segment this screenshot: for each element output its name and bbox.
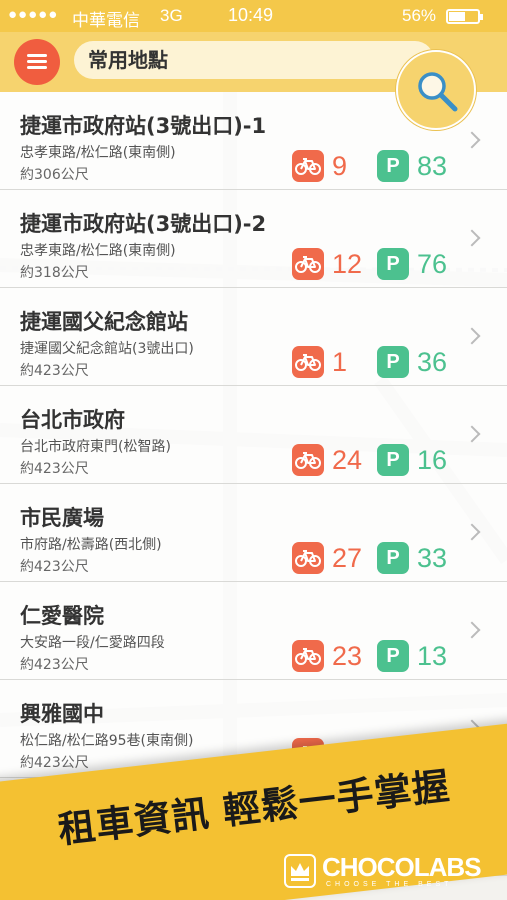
parking-icon: P: [377, 346, 409, 378]
station-row[interactable]: 台北市政府 台北市政府東門(松智路) 約423公尺 24 P 16: [0, 386, 507, 484]
battery-percentage: 56%: [402, 6, 437, 25]
status-bar: ●●●●● 中華電信 3G 10:49 56%: [0, 0, 507, 32]
bicycle-icon: [292, 248, 324, 280]
crown-logo-icon: [284, 854, 316, 888]
brand-name: CHOCOLABS: [322, 852, 482, 882]
station-distance: 約318公尺: [20, 265, 89, 281]
chevron-right-icon: [463, 229, 481, 247]
station-row[interactable]: 捷運國父紀念館站 捷運國父紀念館站(3號出口) 約423公尺 1 P 36: [0, 288, 507, 386]
location-search-input[interactable]: 常用地點: [74, 41, 434, 79]
station-name: 仁愛醫院: [20, 604, 104, 628]
bicycle-icon: [292, 444, 324, 476]
bicycle-icon: [292, 640, 324, 672]
available-bikes-count: 9: [332, 151, 348, 181]
bicycle-icon: [292, 542, 324, 574]
available-bikes-count: 12: [332, 249, 363, 279]
station-address: 市府路/松壽路(西北側): [20, 537, 162, 553]
menu-button[interactable]: [14, 39, 60, 85]
available-bikes-count: 23: [332, 641, 363, 671]
station-name: 捷運市政府站(3號出口)-2: [20, 212, 267, 236]
available-parking-count: 13: [417, 641, 448, 671]
station-name: 興雅國中: [20, 702, 104, 726]
search-button[interactable]: [396, 50, 476, 130]
chevron-right-icon: [463, 425, 481, 443]
station-distance: 約423公尺: [20, 657, 89, 673]
station-address: 台北市政府東門(松智路): [20, 439, 171, 455]
search-input-value: 常用地點: [88, 48, 168, 72]
station-distance: 約306公尺: [20, 167, 89, 183]
station-row[interactable]: 捷運市政府站(3號出口)-2 忠孝東路/松仁路(東南側) 約318公尺 12 P…: [0, 190, 507, 288]
station-distance: 約423公尺: [20, 559, 89, 575]
station-row[interactable]: 仁愛醫院 大安路一段/仁愛路四段 約423公尺 23 P 13: [0, 582, 507, 680]
available-parking-count: 83: [417, 151, 448, 181]
chevron-right-icon: [463, 131, 481, 149]
station-name: 捷運國父紀念館站: [20, 310, 188, 334]
magnifier-icon: [418, 72, 458, 112]
station-address: 忠孝東路/松仁路(東南側): [20, 145, 176, 161]
available-bikes-count: 1: [332, 347, 348, 377]
brand-tagline: CHOOSE THE BEST: [326, 881, 453, 888]
station-address: 大安路一段/仁愛路四段: [20, 635, 165, 651]
network-type-label: 3G: [160, 6, 183, 25]
station-distance: 約423公尺: [20, 755, 89, 771]
available-parking-count: 76: [417, 249, 448, 279]
bicycle-icon: [292, 346, 324, 378]
carrier-label: 中華電信: [72, 11, 140, 30]
parking-icon: P: [377, 150, 409, 182]
parking-icon: P: [377, 444, 409, 476]
station-address: 捷運國父紀念館站(3號出口): [20, 341, 194, 357]
bicycle-icon: [292, 150, 324, 182]
available-bikes-count: 24: [332, 445, 363, 475]
parking-icon: P: [377, 248, 409, 280]
status-time: 10:49: [228, 5, 274, 25]
station-address: 忠孝東路/松仁路(東南側): [20, 243, 176, 259]
parking-icon: P: [377, 542, 409, 574]
station-name: 台北市政府: [20, 408, 125, 432]
brand-logo-group: CHOCOLABS CHOOSE THE BEST: [284, 852, 499, 894]
available-parking-count: 16: [417, 445, 448, 475]
chevron-right-icon: [463, 621, 481, 639]
signal-strength-icon: ●●●●●: [8, 6, 59, 23]
station-name: 捷運市政府站(3號出口)-1: [20, 114, 267, 138]
station-distance: 約423公尺: [20, 461, 89, 477]
battery-icon: [446, 9, 483, 24]
available-bikes-count: 27: [332, 543, 363, 573]
available-parking-count: 36: [417, 347, 448, 377]
chevron-right-icon: [463, 327, 481, 345]
station-address: 松仁路/松仁路95巷(東南側): [20, 733, 194, 749]
station-name: 市民廣場: [20, 506, 104, 530]
station-row[interactable]: 市民廣場 市府路/松壽路(西北側) 約423公尺 27 P 33: [0, 484, 507, 582]
available-parking-count: 33: [417, 543, 448, 573]
chevron-right-icon: [463, 523, 481, 541]
hamburger-icon: [27, 54, 47, 57]
station-distance: 約423公尺: [20, 363, 89, 379]
parking-icon: P: [377, 640, 409, 672]
